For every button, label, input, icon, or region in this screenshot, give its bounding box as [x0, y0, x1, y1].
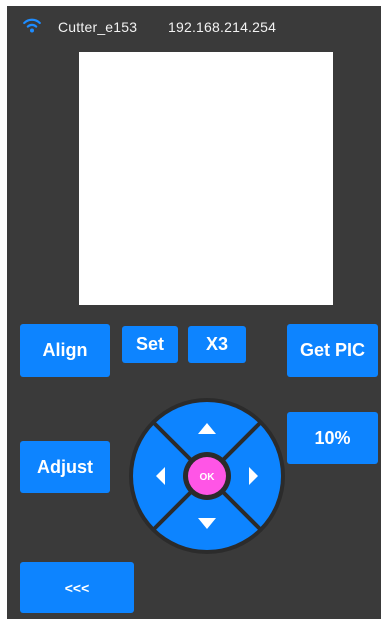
adjust-button[interactable]: Adjust — [20, 441, 110, 493]
status-bar: Cutter_e153 192.168.214.254 — [7, 6, 381, 46]
ip-address: 192.168.214.254 — [168, 19, 277, 35]
x3-button[interactable]: X3 — [188, 326, 246, 363]
get-pic-button[interactable]: Get PIC — [287, 324, 378, 377]
align-button[interactable]: Align — [20, 324, 110, 377]
set-button[interactable]: Set — [122, 326, 178, 363]
ok-label: OK — [200, 472, 216, 483]
back-button[interactable]: <<< — [20, 562, 134, 613]
wifi-icon — [23, 18, 41, 33]
ok-button[interactable]: OK — [188, 457, 226, 495]
direction-pad: OK — [127, 397, 287, 555]
percent-button[interactable]: 10% — [287, 412, 378, 464]
control-panel: Cutter_e153 192.168.214.254 Align Set X3… — [7, 6, 381, 619]
image-preview — [79, 52, 333, 305]
device-name: Cutter_e153 — [58, 19, 138, 35]
